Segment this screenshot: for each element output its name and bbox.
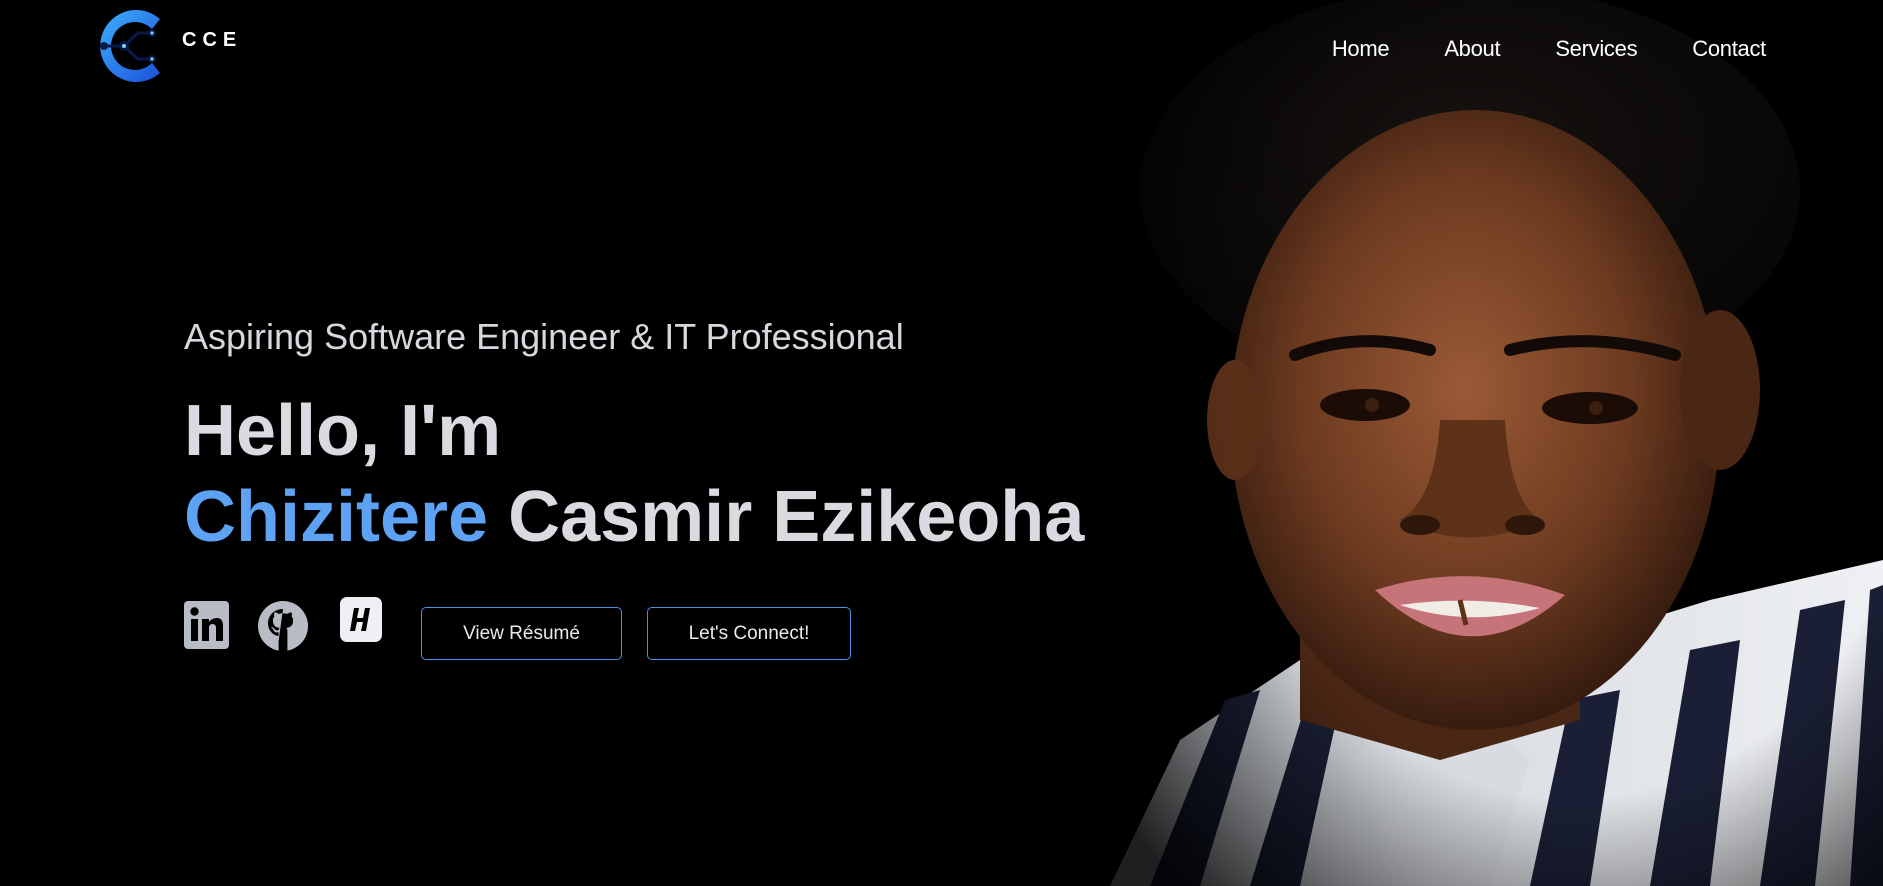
linkedin-icon[interactable] <box>184 600 229 649</box>
hero-tagline: Aspiring Software Engineer & IT Professi… <box>184 316 904 357</box>
logo-text: CCE <box>182 28 243 51</box>
view-resume-button[interactable]: View Résumé <box>421 607 622 660</box>
hashnode-icon[interactable] <box>340 596 382 642</box>
profile-portrait <box>1110 0 1883 886</box>
circuit-c-logo-icon <box>100 10 160 83</box>
main-nav: Home About Services Contact <box>1332 36 1766 62</box>
hero-name-first: Chizitere <box>184 477 489 557</box>
hero-page: CCE Home About Services Contact Aspiring… <box>0 0 1883 886</box>
nav-contact[interactable]: Contact <box>1692 36 1766 62</box>
nav-about[interactable]: About <box>1444 36 1500 62</box>
nav-home[interactable]: Home <box>1332 36 1390 62</box>
hero-name: Chizitere Casmir Ezikeoha <box>184 474 1084 560</box>
lets-connect-button[interactable]: Let's Connect! <box>647 607 851 660</box>
nav-services[interactable]: Services <box>1555 36 1637 62</box>
hero-name-rest: Casmir Ezikeoha <box>488 477 1085 557</box>
hero-greeting: Hello, I'm <box>184 391 502 471</box>
github-icon[interactable] <box>258 601 308 651</box>
site-logo[interactable]: CCE <box>94 5 242 87</box>
social-links <box>184 595 382 651</box>
